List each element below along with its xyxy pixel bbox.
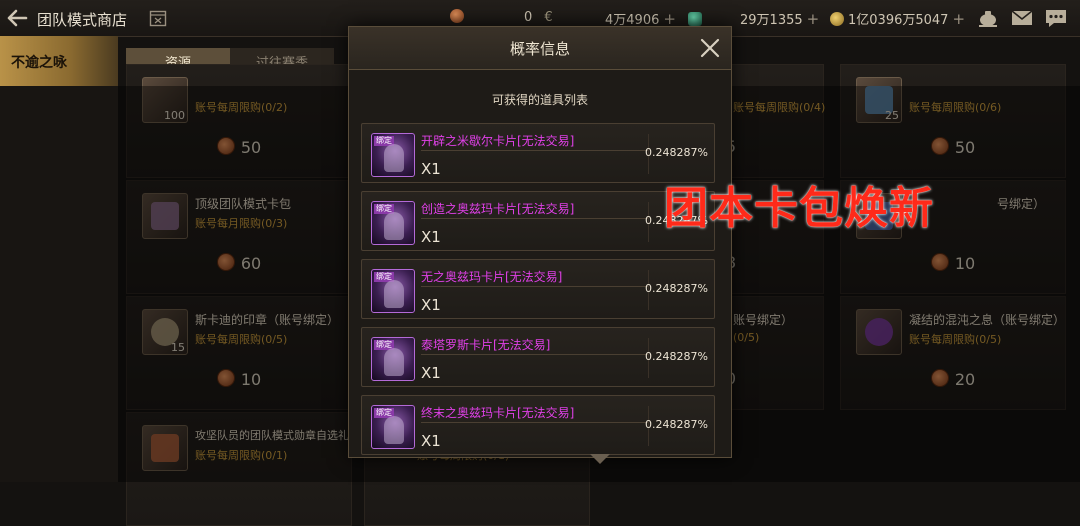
list-item: 绑定 开辟之米歇尔卡片[无法交易] X1 0.248287% [361,123,715,183]
promo-overlay-text: 团本卡包焕新 [664,183,934,234]
card-thumbnail: 绑定 [371,337,415,381]
modal-header: 概率信息 [349,27,731,70]
chevron-down-icon[interactable] [588,452,612,466]
ce-symbol-icon: € [544,10,553,25]
divider [421,218,649,219]
page-title: 团队模式商店 [37,11,128,29]
card-thumbnail: 绑定 [371,405,415,449]
list-item: 绑定 创造之奥兹玛卡片[无法交易] X1 0.248287% [361,191,715,251]
currency-gold-orb[interactable]: 1亿0396万5047 + [830,9,965,28]
currency-value: 1亿0396万5047 [848,13,949,28]
modal-title: 概率信息 [509,40,570,58]
item-probability: 0.248287% [645,350,708,363]
item-quantity: X1 [421,296,441,314]
item-probability: 0.248287% [645,282,708,295]
copper-coin-icon [450,9,464,23]
list-item: 绑定 终末之奥兹玛卡片[无法交易] X1 0.248287% [361,395,715,455]
sidebar-item-active[interactable]: 不逾之咏 [0,36,118,86]
item-probability: 0.248287% [645,418,708,431]
item-name: 创造之奥兹玛卡片[无法交易] [421,202,575,216]
item-quantity: X1 [421,160,441,178]
divider [421,150,649,151]
sidebar-panel [0,86,118,482]
item-name: 无之奥兹玛卡片[无法交易] [421,270,563,284]
currency-value: 0 [524,10,533,25]
calendar-icon[interactable] [149,9,167,27]
item-name: 终末之奥兹玛卡片[无法交易] [421,406,575,420]
jade-icon [688,12,702,26]
divider [421,354,649,355]
mail-icon[interactable] [1010,7,1034,29]
currency-value: 29万1355 [740,13,803,28]
item-name: 开辟之米歇尔卡片[无法交易] [421,134,575,148]
item-quantity: X1 [421,432,441,450]
item-quantity: X1 [421,228,441,246]
list-item: 绑定 泰塔罗斯卡片[无法交易] X1 0.248287% [361,327,715,387]
chat-icon[interactable] [1044,7,1068,29]
divider [421,422,649,423]
item-quantity: X1 [421,364,441,382]
modal-subtitle: 可获得的道具列表 [491,93,588,107]
gold-orb-icon [830,12,844,26]
card-thumbnail: 绑定 [371,269,415,313]
plus-icon[interactable]: + [807,10,820,28]
plus-icon[interactable]: + [952,10,965,28]
item-name: 泰塔罗斯卡片[无法交易] [421,338,551,352]
sidebar-item-label: 不逾之咏 [11,55,67,71]
divider [421,286,649,287]
item-probability: 0.248287% [645,146,708,159]
list-item: 绑定 无之奥兹玛卡片[无法交易] X1 0.248287% [361,259,715,319]
card-thumbnail: 绑定 [371,133,415,177]
probability-modal: 概率信息 可获得的道具列表 绑定 开辟之米歇尔卡片[无法交易] X1 0.248… [348,26,732,458]
card-thumbnail: 绑定 [371,201,415,245]
back-arrow-icon[interactable] [6,8,28,28]
teapot-icon[interactable] [976,7,1000,29]
close-icon[interactable] [699,37,721,59]
currency-copper: 0 € [450,9,553,25]
